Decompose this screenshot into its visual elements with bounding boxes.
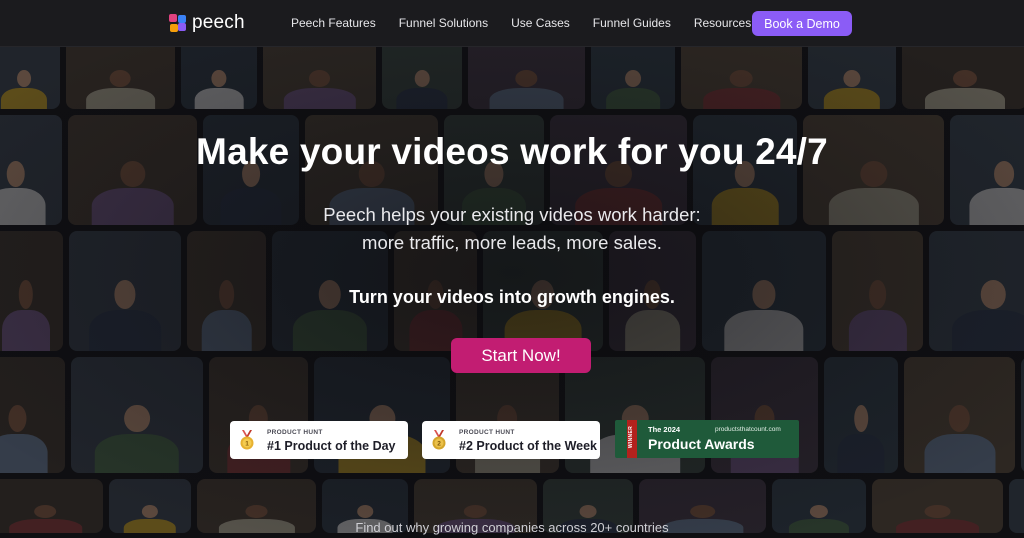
hero-subtitle-line-1: Peech helps your existing videos work ha… xyxy=(323,204,701,225)
hero-headline: Make your videos work for you 24/7 xyxy=(196,131,828,172)
book-demo-button[interactable]: Book a Demo xyxy=(752,11,852,36)
award-name: Product Awards xyxy=(648,436,755,452)
product-hunt-badge-day[interactable]: 1 PRODUCT HUNT #1 Product of the Day xyxy=(230,421,408,459)
product-hunt-badge-week[interactable]: 2 PRODUCT HUNT #2 Product of the Week xyxy=(422,421,600,459)
badge-title: #2 Product of the Week xyxy=(459,439,597,453)
winner-ribbon: WINNER xyxy=(627,420,637,458)
logo-wordmark: peech xyxy=(192,12,245,33)
product-awards-badge[interactable]: WINNER The 2024 productsthatcount.com Pr… xyxy=(615,420,799,458)
nav-link-funnel-guides[interactable]: Funnel Guides xyxy=(593,16,671,30)
hero-section: Make your videos work for you 24/7 Peech… xyxy=(0,0,1024,538)
svg-text:1: 1 xyxy=(245,441,249,448)
nav-link-use-cases[interactable]: Use Cases xyxy=(511,16,570,30)
winner-ribbon-text: WINNER xyxy=(628,426,634,449)
svg-text:2: 2 xyxy=(437,441,441,448)
nav-link-resources[interactable]: Resources xyxy=(694,16,751,30)
award-site: productsthatcount.com xyxy=(715,426,781,433)
top-navigation: peech Peech Features Funnel Solutions Us… xyxy=(0,0,1024,47)
nav-link-funnel-solutions[interactable]: Funnel Solutions xyxy=(399,16,488,30)
silver-medal-icon: 2 xyxy=(432,430,446,450)
badge-title: #1 Product of the Day xyxy=(267,439,396,453)
peech-logo[interactable]: peech xyxy=(169,12,245,34)
social-proof-text: Find out why growing companies across 20… xyxy=(355,520,669,535)
hero-tagline: Turn your videos into growth engines. xyxy=(349,287,675,307)
hero-subtitle-line-2: more traffic, more leads, more sales. xyxy=(362,232,662,253)
start-now-button[interactable]: Start Now! xyxy=(451,338,591,373)
nav-menu: Peech Features Funnel Solutions Use Case… xyxy=(291,16,774,30)
badge-kicker: PRODUCT HUNT xyxy=(459,429,515,436)
award-year: The 2024 xyxy=(648,425,681,434)
peech-logo-icon xyxy=(169,14,187,32)
nav-link-peech-features[interactable]: Peech Features xyxy=(291,16,376,30)
gold-medal-icon: 1 xyxy=(240,430,254,450)
badge-kicker: PRODUCT HUNT xyxy=(267,429,323,436)
